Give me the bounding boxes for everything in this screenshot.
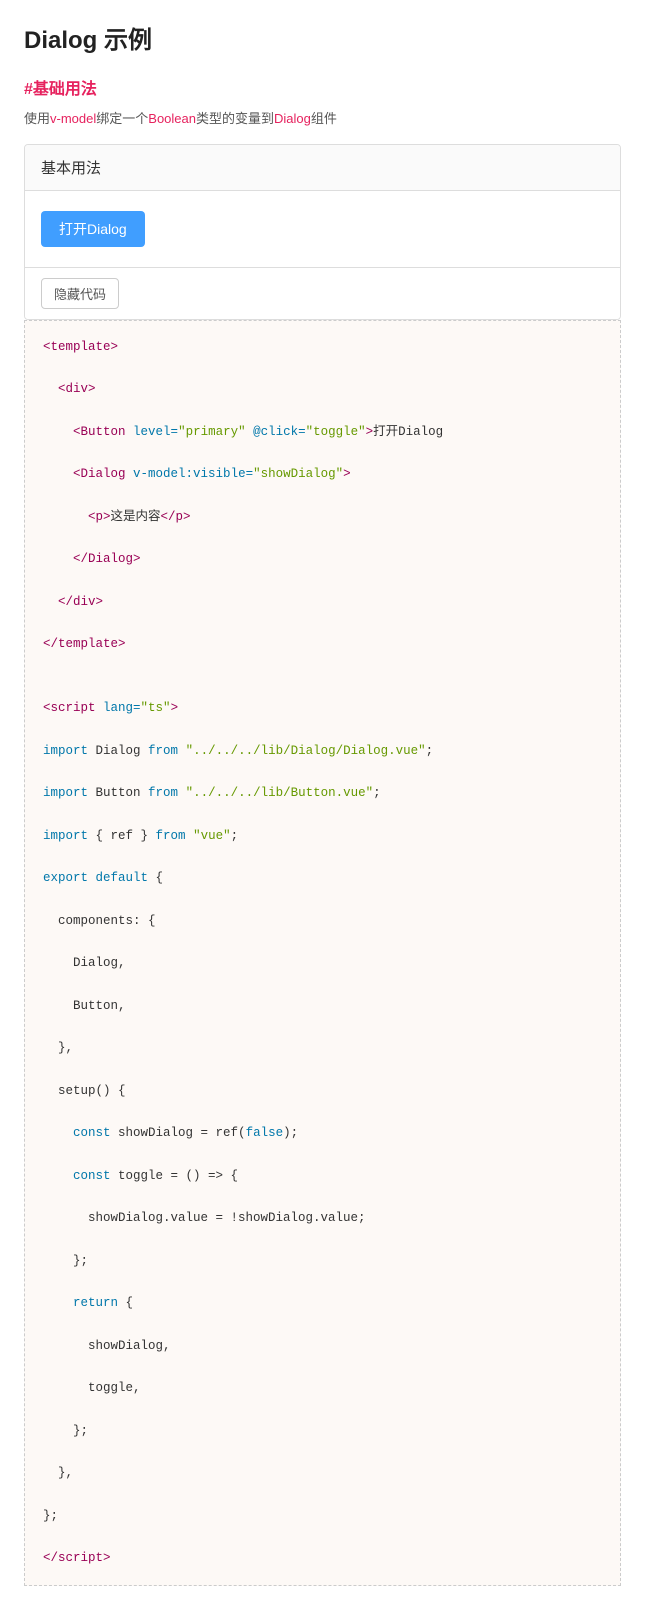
page-title: Dialog 示例	[24, 20, 621, 55]
demo-card-body: 打开Dialog	[25, 191, 620, 267]
section-desc: 使用v-model绑定一个Boolean类型的变量到Dialog组件	[24, 109, 621, 130]
section-header: #基础用法	[24, 75, 621, 99]
code-block: <template> <div> <Button level="primary"…	[24, 320, 621, 1587]
demo-card-header: 基本用法	[25, 145, 620, 191]
hide-code-button[interactable]: 隐藏代码	[41, 278, 119, 309]
keyword-dialog: Dialog	[274, 111, 311, 126]
keyword-vmodel: v-model	[50, 111, 96, 126]
open-dialog-button[interactable]: 打开Dialog	[41, 211, 145, 247]
section-title: 基础用法	[33, 81, 97, 98]
keyword-boolean: Boolean	[148, 111, 196, 126]
hash-symbol: #	[24, 81, 33, 98]
demo-card: 基本用法 打开Dialog 隐藏代码	[24, 144, 621, 320]
demo-card-footer: 隐藏代码	[25, 267, 620, 319]
